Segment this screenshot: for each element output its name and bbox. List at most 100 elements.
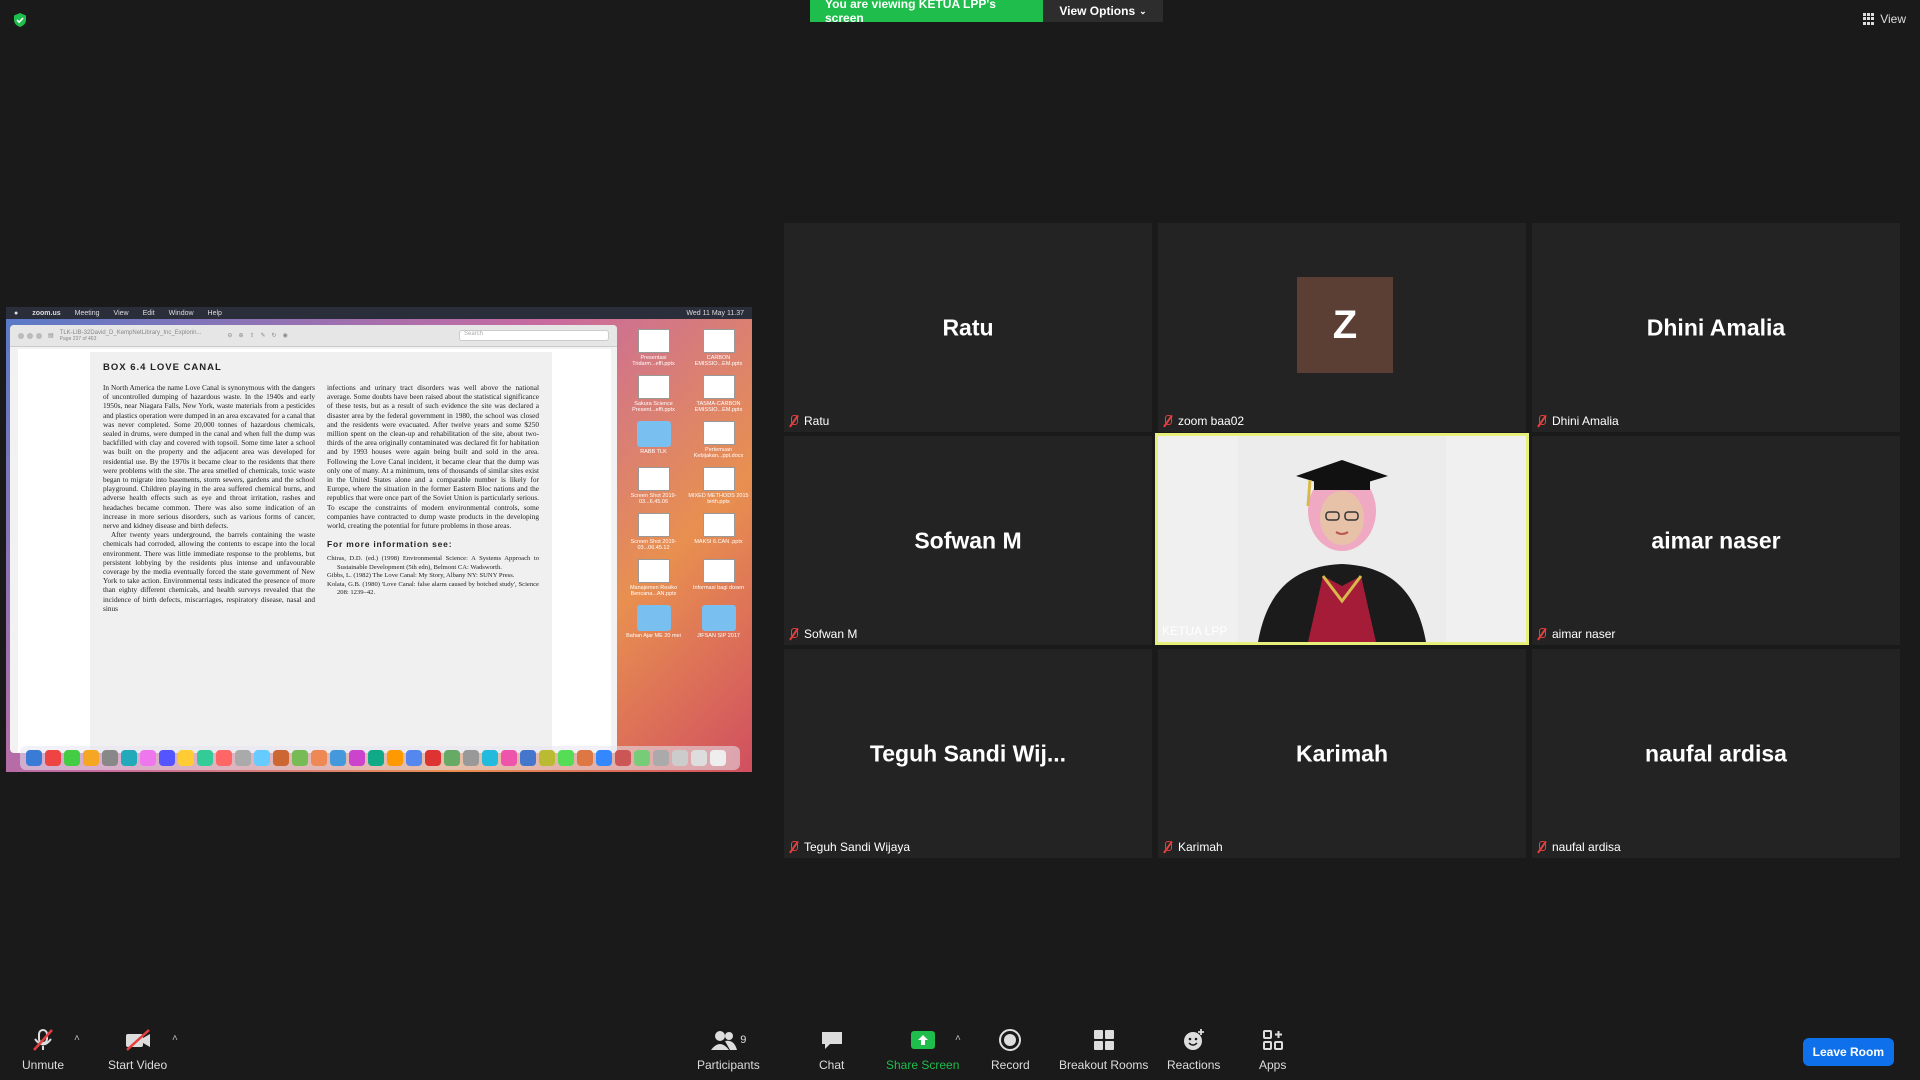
file-thumbnail-icon (702, 421, 735, 445)
reference: Kolata, G.B. (1980) 'Love Canal: false a… (327, 580, 539, 597)
mac-menubar: ● zoom.us Meeting View Edit Window Help … (6, 307, 752, 319)
apps-button[interactable]: Apps (1259, 1028, 1286, 1072)
desktop-file-icon: RABB TLK (623, 421, 684, 459)
share-icon: ⇧ (249, 333, 255, 339)
annotate-icon: ◉ (282, 333, 288, 339)
dock-app-icon (273, 750, 289, 766)
participant-name-display: Ratu (942, 314, 994, 340)
grid-view-icon (1863, 13, 1875, 25)
participants-button[interactable]: 9 Participants (697, 1028, 760, 1072)
reference: Gibbs, L. (1982) The Love Canal: My Stor… (327, 572, 515, 580)
participant-label: Teguh Sandi Wijaya (804, 840, 911, 854)
shared-screen[interactable]: ● zoom.us Meeting View Edit Window Help … (6, 307, 752, 772)
desktop-file-label: MIXED METHODS 2015 birth.pptx (688, 493, 749, 505)
dock-app-icon (292, 750, 308, 766)
desktop-file-icon: Manajemen Resiko Bencana...AN.pptx (623, 559, 684, 597)
pdf-search-field: Search (459, 330, 609, 341)
participant-tile[interactable]: Sofwan M Sofwan M (784, 436, 1152, 645)
participants-label: Participants (697, 1058, 760, 1072)
unmute-label: Unmute (22, 1058, 65, 1072)
desktop-file-icon: CARBON EMISSIO...EM.pptx (688, 329, 749, 367)
view-options-button[interactable]: View Options ⌄ (1043, 0, 1163, 22)
participant-tile[interactable]: Ratu Ratu (784, 223, 1152, 432)
dock-app-icon (83, 750, 99, 766)
desktop-file-icon: Presentasi Tridarm...effi.pptx (623, 329, 684, 367)
dock-app-icon (558, 750, 574, 766)
reactions-icon (1183, 1029, 1204, 1050)
desktop-file-icon: Bahan Ajar ME 20 mei (623, 605, 684, 639)
viewing-screen-label: You are viewing KETUA LPP's screen (810, 0, 1043, 25)
breakout-rooms-label: Breakout Rooms (1059, 1058, 1149, 1072)
text-column-right: infections and urinary tract disorders w… (327, 383, 539, 613)
video-options-caret-icon[interactable]: ˄ (172, 1033, 178, 1044)
menubar-item: Meeting (74, 309, 100, 317)
dock-app-icon (634, 750, 650, 766)
participant-name-display: naufal ardisa (1645, 740, 1787, 766)
share-options-caret-icon[interactable]: ˄ (955, 1033, 961, 1044)
text-column-left: In North America the name Love Canal is … (103, 383, 315, 613)
folder-icon (636, 421, 671, 447)
security-shield-icon[interactable] (12, 12, 28, 28)
apps-icon (1262, 1030, 1283, 1050)
desktop-icons: Presentasi Tridarm...effi.pptx CARBON EMI… (623, 329, 749, 639)
love-canal-box: BOX 6.4 LOVE CANAL In North America the … (90, 352, 552, 753)
dock-app-icon (520, 750, 536, 766)
participant-tile[interactable]: Dhini Amalia Dhini Amalia (1532, 223, 1900, 432)
file-thumbnail-icon (637, 329, 670, 353)
mac-dock (20, 746, 740, 770)
participant-tile[interactable]: Karimah Karimah (1158, 649, 1526, 858)
dock-app-icon (349, 750, 365, 766)
mic-muted-icon (1536, 415, 1548, 427)
desktop-file-label: RABB TLK (640, 449, 667, 455)
screen-share-banner: You are viewing KETUA LPP's screen View … (810, 0, 1163, 25)
share-screen-button[interactable]: Share Screen (886, 1028, 959, 1072)
start-video-button[interactable]: Start Video (108, 1028, 167, 1072)
meeting-toolbar: Unmute ˄ Start Video ˄ 9 Participants Ch… (0, 1010, 1920, 1080)
participant-label: Karimah (1178, 840, 1223, 854)
menubar-clock: Wed 11 May 11.37 (686, 309, 744, 317)
menubar-item: Edit (142, 309, 155, 317)
dock-app-icon (691, 750, 707, 766)
participant-tile[interactable]: naufal ardisa naufal ardisa (1532, 649, 1900, 858)
participant-tile[interactable]: aimar naser aimar naser (1532, 436, 1900, 645)
menubar-item: View (113, 309, 129, 317)
dock-app-icon (45, 750, 61, 766)
dock-app-icon (121, 750, 137, 766)
reactions-label: Reactions (1167, 1058, 1221, 1072)
file-thumbnail-icon (702, 375, 735, 399)
zoom-in-icon: ⊕ (238, 333, 244, 339)
chat-icon (821, 1032, 842, 1049)
apple-icon: ● (14, 309, 19, 317)
audio-options-caret-icon[interactable]: ˄ (74, 1033, 80, 1044)
share-screen-label: Share Screen (886, 1058, 960, 1072)
mic-muted-icon (33, 1029, 53, 1051)
desktop-file-label: Sakura Science Present...effi.pptx (632, 401, 675, 413)
leave-room-button[interactable]: Leave Room (1802, 1038, 1894, 1066)
dock-app-icon (653, 750, 669, 766)
zoom-out-icon: ⊖ (227, 333, 233, 339)
dock-app-icon (235, 750, 251, 766)
record-button[interactable]: Record (991, 1028, 1030, 1072)
participant-name-display: Teguh Sandi Wij... (869, 740, 1067, 766)
reactions-button[interactable]: Reactions (1167, 1028, 1220, 1072)
participant-label: KETUA LPP (1162, 624, 1228, 638)
record-icon (999, 1029, 1022, 1051)
chat-button[interactable]: Chat (819, 1028, 844, 1072)
paragraph: In North America the name Love Canal is … (103, 383, 315, 531)
video-off-icon (125, 1029, 150, 1051)
desktop-file-label: Screen Shot 2019-03...6.45.06 (630, 493, 677, 505)
file-thumbnail-icon (702, 559, 735, 583)
participant-name-display: Karimah (1295, 740, 1389, 766)
participants-count: 9 (740, 1034, 747, 1046)
file-thumbnail-icon (637, 375, 670, 399)
participant-tile[interactable]: Z zoom baa02 (1158, 223, 1526, 432)
unmute-button[interactable]: Unmute (22, 1028, 64, 1072)
participant-tile[interactable]: Teguh Sandi Wij... Teguh Sandi Wijaya (784, 649, 1152, 858)
breakout-rooms-button[interactable]: Breakout Rooms (1059, 1028, 1148, 1072)
participant-tile-active-speaker[interactable]: KETUA LPP (1155, 433, 1529, 645)
desktop-file-label: CARBON EMISSIO...EM.pptx (694, 355, 743, 367)
dock-app-icon (387, 750, 403, 766)
view-button[interactable]: View (1863, 12, 1906, 26)
dock-app-icon (197, 750, 213, 766)
dock-app-icon (254, 750, 270, 766)
